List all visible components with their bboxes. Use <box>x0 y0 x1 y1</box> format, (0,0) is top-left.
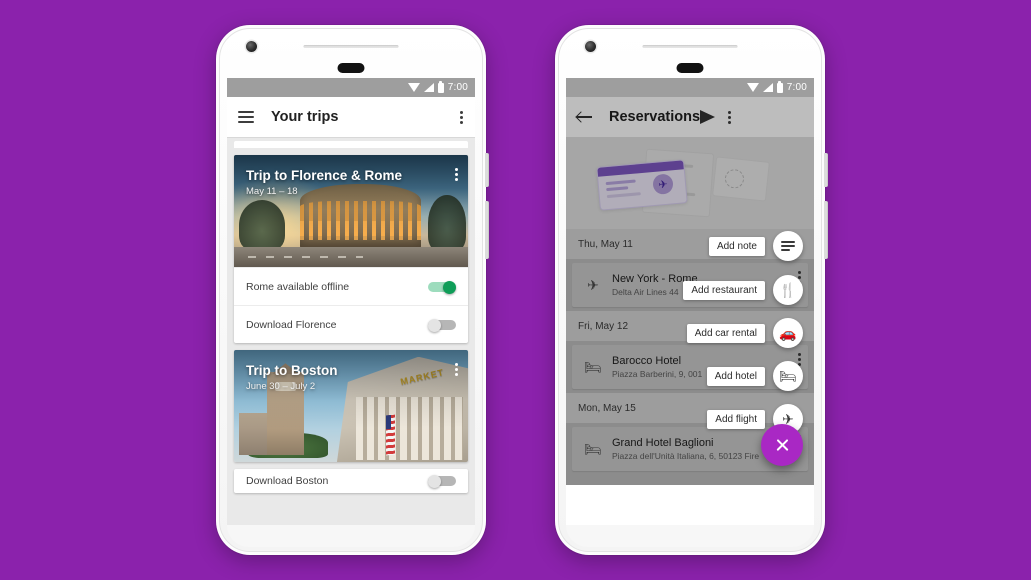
toggle-label: Rome available offline <box>246 280 350 293</box>
ticket-stub-decor <box>712 156 770 202</box>
overflow-menu-icon[interactable] <box>460 109 464 125</box>
app-bar-your-trips: Your trips <box>227 97 475 137</box>
wifi-icon <box>407 83 420 92</box>
flight-icon: ✈ <box>587 276 599 293</box>
earpiece-speaker <box>642 45 738 48</box>
proximity-sensor <box>676 63 704 73</box>
boarding-pass-illustration: ✈ <box>566 137 814 229</box>
toggle-label: Download Florence <box>246 318 337 331</box>
trip-overflow-menu-icon[interactable] <box>455 361 459 377</box>
speed-dial-close-button[interactable] <box>761 424 803 466</box>
speed-dial-action-add-restaurant[interactable]: Add restaurant 🍴 <box>683 275 803 305</box>
toggle-label: Download Boston <box>246 475 329 487</box>
status-time: 7:00 <box>447 82 468 93</box>
toggle-knob <box>443 280 456 294</box>
note-icon[interactable] <box>773 231 803 261</box>
volume-button[interactable] <box>485 201 489 259</box>
car-icon[interactable]: 🚗 <box>773 318 803 348</box>
earpiece-speaker <box>303 45 399 48</box>
front-camera-icon <box>246 41 257 52</box>
phone-device-left: 7:00 Your trips Trip to Florence & Rome … <box>216 25 489 555</box>
speed-dial-label: Add flight <box>707 409 765 429</box>
speed-dial-label: Add note <box>708 236 765 256</box>
trip-photo-boston: MARKET Trip to Boston June 30 – July 2 <box>234 350 468 462</box>
trips-list[interactable]: Trip to Florence & Rome May 11 – 18 Rome… <box>227 137 475 525</box>
boarding-pass-card: ✈ <box>596 159 688 211</box>
toggle-switch-download-boston[interactable] <box>428 475 456 488</box>
wifi-icon <box>746 83 759 92</box>
status-bar: 7:00 <box>566 78 814 97</box>
toggle-switch-download-florence[interactable] <box>428 318 456 332</box>
hotel-icon[interactable]: 🛏 <box>773 361 803 391</box>
signal-icon <box>423 83 434 92</box>
trip-card-florence-rome[interactable]: Trip to Florence & Rome May 11 – 18 Rome… <box>234 155 468 343</box>
phone-top-hardware <box>216 25 486 75</box>
status-time: 7:00 <box>786 82 807 93</box>
trip-dates: June 30 – July 2 <box>246 381 316 392</box>
phone-device-right: 7:00 Reservations ✈ Thu, May 11 ✈ New Yo… <box>555 25 828 555</box>
phone-chin <box>566 525 814 547</box>
status-bar: 7:00 <box>227 78 475 97</box>
signal-icon <box>762 83 773 92</box>
toggle-row-rome-offline[interactable]: Rome available offline <box>234 267 468 305</box>
proximity-sensor <box>337 63 365 73</box>
trip-card-boston[interactable]: MARKET Trip to Boston June 30 – July 2 <box>234 350 468 462</box>
back-arrow-icon[interactable] <box>577 111 592 123</box>
toggle-knob <box>428 475 441 488</box>
trip-dates: May 11 – 18 <box>246 186 298 197</box>
previous-card-edge <box>234 141 468 148</box>
speed-dial-label: Add hotel <box>706 366 765 386</box>
hotel-icon: 🛏 <box>584 358 602 375</box>
front-camera-icon <box>585 41 596 52</box>
trip-photo-colosseum: Trip to Florence & Rome May 11 – 18 <box>234 155 468 267</box>
trip-title: Trip to Boston <box>246 363 338 378</box>
trip-title: Trip to Florence & Rome <box>246 168 403 183</box>
speed-dial-action-add-hotel[interactable]: Add hotel 🛏 <box>706 361 803 391</box>
power-button[interactable] <box>485 153 489 187</box>
stamp-decor <box>724 168 745 190</box>
reservations-screen: Reservations ✈ Thu, May 11 ✈ New York - … <box>566 97 814 485</box>
power-button[interactable] <box>824 153 828 187</box>
battery-icon <box>776 80 783 93</box>
battery-icon <box>437 80 444 93</box>
hotel-icon: 🛏 <box>584 440 602 457</box>
screen-left: 7:00 Your trips Trip to Florence & Rome … <box>227 78 475 525</box>
toggle-row-download-florence[interactable]: Download Florence <box>234 305 468 343</box>
page-title: Reservations <box>609 109 701 125</box>
phone-chin <box>227 525 475 547</box>
overflow-menu-icon[interactable] <box>728 109 732 125</box>
speed-dial-action-add-car-rental[interactable]: Add car rental 🚗 <box>686 318 803 348</box>
trip-overflow-menu-icon[interactable] <box>455 166 459 182</box>
toggle-knob <box>428 318 441 332</box>
send-icon[interactable] <box>700 110 716 124</box>
phone-top-hardware <box>555 25 825 75</box>
speed-dial-action-add-note[interactable]: Add note <box>708 231 803 261</box>
volume-button[interactable] <box>824 201 828 259</box>
hamburger-menu-icon[interactable] <box>238 111 254 123</box>
close-icon <box>775 438 790 453</box>
screen-right: 7:00 Reservations ✈ Thu, May 11 ✈ New Yo… <box>566 78 814 525</box>
app-bar-reservations: Reservations <box>566 97 814 137</box>
speed-dial-label: Add restaurant <box>683 280 765 300</box>
speed-dial-label: Add car rental <box>686 323 765 343</box>
page-title: Your trips <box>271 109 339 125</box>
toggle-switch-rome-offline[interactable] <box>428 280 456 294</box>
toggle-row-download-boston[interactable]: Download Boston <box>234 469 468 493</box>
plane-icon: ✈ <box>652 173 674 195</box>
restaurant-icon[interactable]: 🍴 <box>773 275 803 305</box>
